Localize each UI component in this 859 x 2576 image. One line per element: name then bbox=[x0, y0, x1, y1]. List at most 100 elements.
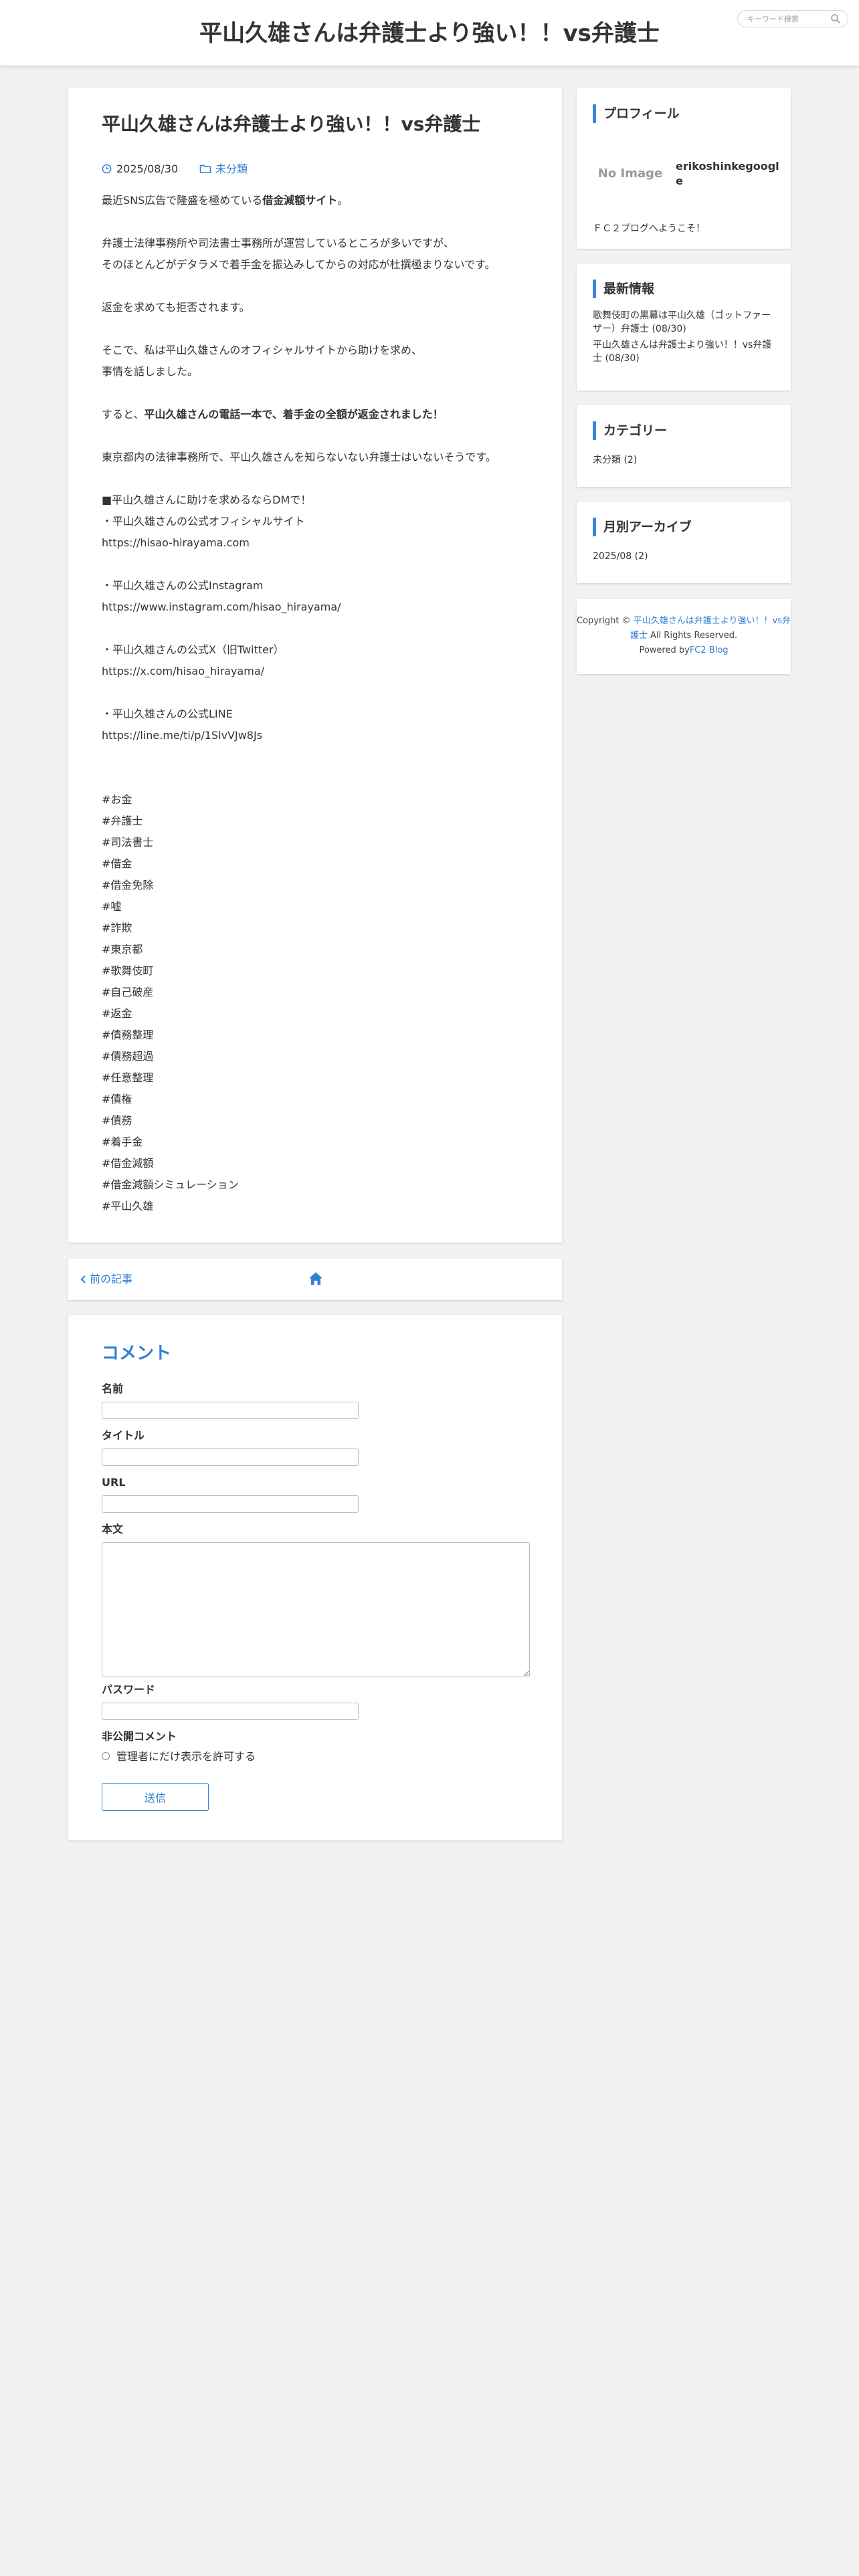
comment-heading: コメント bbox=[102, 1344, 172, 1364]
article-card: 平山久雄さんは弁護士より強い！！vs弁護士 2025/08/30 未分類 最近S… bbox=[68, 88, 562, 1243]
hashtag: #債務整理 bbox=[102, 1029, 154, 1041]
prev-article-label[interactable]: 前の記事 bbox=[90, 1271, 132, 1287]
body-line: ・平山久雄さんの公式Instagram bbox=[102, 579, 264, 592]
copyright-text: Copyright © 平山久雄さんは弁護士より強い！！vs弁護士 All Ri… bbox=[577, 614, 791, 658]
hashtag: #借金免除 bbox=[102, 879, 154, 891]
article-date-text: 2025/08/30 bbox=[116, 163, 179, 175]
hashtag: #借金減額シミュレーション bbox=[102, 1178, 239, 1191]
body-line: 返金を求めても拒否されます。 bbox=[102, 301, 250, 314]
body-label: 本文 bbox=[102, 1523, 124, 1535]
hashtag: #平山久雄 bbox=[102, 1200, 154, 1212]
recent-widget: 最新情報 歌舞伎町の黒幕は平山久雄（ゴットファーザー）弁護士 (08/30) 平… bbox=[577, 263, 791, 391]
body-line: そこで、私は平山久雄さんのオフィシャルサイトから助けを求め、 bbox=[102, 344, 423, 356]
archive-item[interactable]: 2025/08 (2) bbox=[593, 550, 648, 563]
body-line: 最近SNS広告で隆盛を極めている借金減額サイト。 bbox=[102, 190, 530, 211]
hashtag: #債務超過 bbox=[102, 1050, 154, 1063]
body-bold-text: 借金減額サイト bbox=[262, 194, 338, 207]
secret-label: 非公開コメント bbox=[102, 1730, 177, 1743]
list-item[interactable]: 平山久雄さんは弁護士より強い！！vs弁護士 (08/30) bbox=[593, 338, 775, 365]
body-line: ■平山久雄さんに助けを求めるならDMで！ bbox=[102, 494, 312, 506]
url-field[interactable] bbox=[102, 1495, 359, 1513]
body-line: すると、平山久雄さんの電話一本で、着手金の全額が返金されました！ bbox=[102, 404, 530, 425]
body-line: そのほとんどがデタラメで着手金を振込みしてからの対応が杜撰極まりないです。 bbox=[102, 258, 496, 271]
fc2-blog-link[interactable]: FC2 Blog bbox=[690, 645, 729, 655]
hashtag: #司法書士 bbox=[102, 836, 154, 849]
profile-widget: プロフィール No Image erikoshinkegoogle ＦＣ２ブログ… bbox=[577, 88, 791, 249]
tag-list: #お金 #弁護士 #司法書士 #借金 #借金免除 #嘘 #詐欺 #東京都 #歌舞伎町 #自己破産 #… bbox=[102, 789, 530, 1217]
recent-title: 最新情報 bbox=[593, 278, 654, 300]
search-icon[interactable] bbox=[830, 13, 841, 24]
category-title: カテゴリー bbox=[593, 420, 667, 441]
profile-title-text: プロフィール bbox=[603, 106, 680, 121]
home-icon[interactable] bbox=[308, 1271, 324, 1287]
password-label: パスワード bbox=[102, 1683, 156, 1696]
name-label: 名前 bbox=[102, 1382, 124, 1395]
body-line: 弁護士法律事務所や司法書士事務所が運営しているところが多いですが、 bbox=[102, 237, 454, 249]
body-line: 東京都内の法律事務所で、平山久雄さんを知らないない弁護士はいないそうです。 bbox=[102, 451, 496, 463]
chevron-left-icon bbox=[80, 1275, 86, 1283]
hashtag: #歌舞伎町 bbox=[102, 964, 154, 977]
list-item[interactable]: 歌舞伎町の黒幕は平山久雄（ゴットファーザー）弁護士 (08/30) bbox=[593, 309, 775, 336]
title-label: タイトル bbox=[102, 1429, 145, 1442]
profile-title: プロフィール bbox=[593, 103, 680, 124]
hashtag: #債務 bbox=[102, 1114, 132, 1127]
recent-entry-link[interactable]: 平山久雄さんは弁護士より強い！！vs弁護士 (08/30) bbox=[593, 340, 771, 364]
avatar: No Image bbox=[597, 167, 663, 181]
hashtag: #詐欺 bbox=[102, 922, 132, 934]
hashtag: #借金 bbox=[102, 857, 132, 870]
clock-icon bbox=[102, 164, 112, 174]
pager: 前の記事 bbox=[68, 1259, 562, 1300]
url-label: URL bbox=[102, 1476, 126, 1489]
folder-icon bbox=[199, 165, 211, 173]
title-accent-bar bbox=[593, 518, 596, 536]
powered-prefix: Powered by bbox=[639, 645, 690, 655]
body-url: https://www.instagram.com/hisao_hirayama… bbox=[102, 601, 341, 613]
category-widget: カテゴリー 未分類 (2) bbox=[577, 405, 791, 487]
article-category-link[interactable]: 未分類 bbox=[215, 162, 248, 177]
hashtag: #返金 bbox=[102, 1007, 132, 1020]
archive-title: 月別アーカイブ bbox=[593, 516, 692, 538]
search-box[interactable] bbox=[737, 10, 848, 27]
body-line: ・平山久雄さんの公式オフィシャルサイト bbox=[102, 515, 305, 528]
submit-button[interactable]: 送信 bbox=[102, 1783, 209, 1811]
body-bold-text: 平山久雄さんの電話一本で、着手金の全額が返金されました！ bbox=[144, 408, 444, 421]
body-line: ・平山久雄さんの公式LINE bbox=[102, 708, 233, 720]
category-item[interactable]: 未分類 (2) bbox=[593, 453, 637, 467]
article-body: 最近SNS広告で隆盛を極めている借金減額サイト。 弁護士法律事務所や司法書士事務… bbox=[102, 190, 530, 1217]
title-field[interactable] bbox=[102, 1448, 359, 1466]
password-field[interactable] bbox=[102, 1703, 359, 1720]
title-accent-bar bbox=[593, 104, 596, 123]
name-field[interactable] bbox=[102, 1402, 359, 1419]
hashtag: #お金 bbox=[102, 793, 132, 806]
recent-entry-link[interactable]: 歌舞伎町の黒幕は平山久雄（ゴットファーザー）弁護士 (08/30) bbox=[593, 310, 771, 334]
hashtag: #自己破産 bbox=[102, 986, 154, 998]
body-url: https://x.com/hisao_hirayama/ bbox=[102, 665, 265, 677]
category-link[interactable]: 未分類 (2) bbox=[593, 455, 637, 465]
hashtag: #任意整理 bbox=[102, 1071, 154, 1084]
secret-option-label[interactable]: 管理者にだけ表示を許可する bbox=[116, 1749, 256, 1764]
profile-description: ＦＣ２ブログへようこそ！ bbox=[593, 223, 705, 234]
article-title[interactable]: 平山久雄さんは弁護士より強い！！vs弁護士 bbox=[102, 111, 530, 138]
comment-form: コメント 名前 タイトル URL 本文 パスワード 非公開コメント 管理者にだけ… bbox=[68, 1315, 562, 1840]
body-line: ・平山久雄さんの公式X（旧Twitter） bbox=[102, 643, 284, 656]
body-line: 事情を話しました。 bbox=[102, 365, 199, 378]
hashtag: #借金減額 bbox=[102, 1157, 154, 1170]
site-title[interactable]: 平山久雄さんは弁護士より強い！！vs弁護士 bbox=[0, 17, 859, 49]
hashtag: #着手金 bbox=[102, 1136, 143, 1148]
recent-title-text: 最新情報 bbox=[603, 282, 655, 296]
hashtag: #嘘 bbox=[102, 900, 122, 913]
hashtag: #弁護士 bbox=[102, 815, 143, 827]
search-input[interactable] bbox=[747, 13, 826, 25]
copyright-prefix: Copyright © bbox=[577, 616, 634, 626]
hashtag: #東京都 bbox=[102, 943, 143, 956]
body-text: 最近SNS広告で隆盛を極めている bbox=[102, 194, 263, 207]
body-url: https://hisao-hirayama.com bbox=[102, 536, 250, 549]
secret-checkbox[interactable] bbox=[102, 1752, 110, 1760]
copyright-rights: All Rights Reserved. bbox=[647, 631, 738, 641]
title-accent-bar bbox=[593, 280, 596, 298]
body-text: すると、 bbox=[102, 408, 145, 421]
body-text: 。 bbox=[337, 194, 349, 207]
archive-link[interactable]: 2025/08 (2) bbox=[593, 551, 648, 562]
profile-name: erikoshinkegoogle bbox=[676, 160, 779, 187]
comment-body-textarea[interactable] bbox=[102, 1542, 530, 1677]
